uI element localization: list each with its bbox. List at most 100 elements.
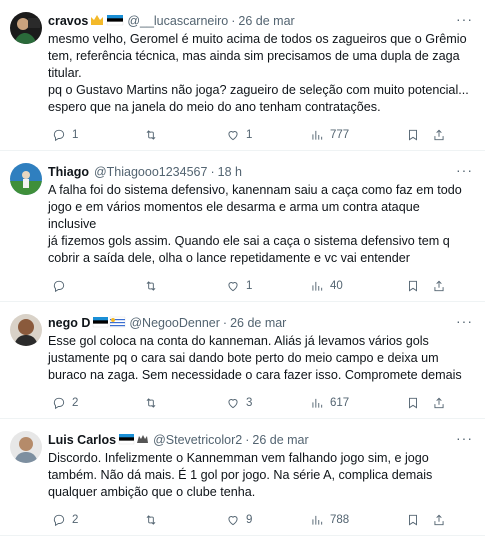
share-icon xyxy=(434,280,444,292)
retweet-button[interactable] xyxy=(144,513,164,527)
share-button[interactable] xyxy=(432,128,446,142)
retweet-button[interactable] xyxy=(144,128,164,142)
user-handle[interactable]: @NegooDenner xyxy=(129,316,220,330)
reply-count: 1 xyxy=(72,129,79,141)
separator-dot: · xyxy=(210,165,215,179)
tweet-text-line: cobrir a saída dele, olha o lance repeti… xyxy=(48,251,410,265)
views-button[interactable]: 788 xyxy=(310,513,349,527)
share-button[interactable] xyxy=(432,279,446,293)
reply-icon xyxy=(53,129,65,142)
reply-button[interactable] xyxy=(52,279,72,293)
views-count: 40 xyxy=(330,280,343,292)
tweet-text-line: espero que na janela do meio do ano tenh… xyxy=(48,100,381,114)
more-options-icon[interactable]: ··· xyxy=(456,163,473,177)
tweet-text: mesmo velho, Geromel é muito acima de to… xyxy=(48,31,471,116)
more-options-icon[interactable]: ··· xyxy=(456,314,473,328)
bookmark-icon xyxy=(409,129,417,141)
views-button[interactable]: 40 xyxy=(310,279,343,293)
more-options-icon[interactable]: ··· xyxy=(456,431,473,445)
like-count: 1 xyxy=(246,280,253,292)
tweet-text-line: qualquer ambição que o clube tenha. xyxy=(48,485,256,499)
share-button[interactable] xyxy=(432,513,446,527)
share-icon xyxy=(434,129,444,141)
display-name[interactable]: Thiago xyxy=(48,165,89,179)
tweet-header: Thiago @Thiagooo1234567 · 18 h xyxy=(48,163,471,181)
tweet-text-line: Esse gol coloca na conta do kanneman. Al… xyxy=(48,334,429,348)
tweet-text-line: Discordo. Infelizmente o Kannemman vem f… xyxy=(48,451,429,465)
tweet-text-line: jogo e em vários momentos ele desarma e … xyxy=(48,200,424,231)
reply-count: 2 xyxy=(72,514,79,526)
views-count: 788 xyxy=(330,514,350,526)
views-button[interactable]: 777 xyxy=(310,128,349,142)
reply-button[interactable]: 1 xyxy=(52,128,78,142)
views-count: 617 xyxy=(330,397,350,409)
bookmark-icon xyxy=(409,397,417,409)
views-icon xyxy=(312,398,323,408)
more-options-icon[interactable]: ··· xyxy=(456,12,473,26)
like-button[interactable]: 1 xyxy=(226,128,252,142)
reply-button[interactable]: 2 xyxy=(52,396,78,410)
like-count: 1 xyxy=(246,129,253,141)
action-bar: 1 40 xyxy=(48,271,471,301)
bookmark-button[interactable] xyxy=(406,128,420,142)
avatar[interactable] xyxy=(10,314,42,346)
reply-tweet[interactable]: cravos @__lucascarneiro · 26 de mar ··· … xyxy=(0,0,485,151)
user-handle[interactable]: @__lucascarneiro xyxy=(127,14,228,28)
reply-icon xyxy=(53,280,65,293)
tweet-header: cravos @__lucascarneiro · 26 de mar xyxy=(48,12,471,30)
retweet-icon xyxy=(146,281,156,291)
user-handle[interactable]: @Stevetricolor2 xyxy=(153,433,242,447)
like-button[interactable]: 1 xyxy=(226,279,252,293)
bookmark-button[interactable] xyxy=(406,513,420,527)
retweet-icon xyxy=(146,130,156,140)
reply-timeline: cravos @__lucascarneiro · 26 de mar ··· … xyxy=(0,0,485,536)
tweet-text-line: tem, referência técnica, mas ainda sim p… xyxy=(48,49,460,63)
share-icon xyxy=(434,514,444,526)
like-button[interactable]: 3 xyxy=(226,396,252,410)
user-handle[interactable]: @Thiagooo1234567 xyxy=(94,165,207,179)
tweet-text: A falha foi do sistema defensivo, kanenn… xyxy=(48,182,471,267)
tweet-text-line: justamente pq o cara sai dando bote pert… xyxy=(48,351,439,365)
share-button[interactable] xyxy=(432,396,446,410)
tweet-header: nego D @NegooDenner · 26 de mar xyxy=(48,314,471,332)
timestamp[interactable]: 18 h xyxy=(218,165,242,179)
avatar[interactable] xyxy=(10,12,42,44)
tweet-header: Luis Carlos @Stevetricolor2 · 26 de mar xyxy=(48,431,471,449)
tweet-text: Discordo. Infelizmente o Kannemman vem f… xyxy=(48,450,471,501)
timestamp[interactable]: 26 de mar xyxy=(238,14,294,28)
reply-count: 2 xyxy=(72,397,79,409)
display-name[interactable]: cravos xyxy=(48,14,88,28)
like-count: 9 xyxy=(246,514,253,526)
reply-tweet[interactable]: nego D @NegooDenner · 26 de mar ··· Esse… xyxy=(0,302,485,419)
tweet-text-line: titular. xyxy=(48,66,82,80)
retweet-button[interactable] xyxy=(144,396,164,410)
separator-dot: · xyxy=(245,433,250,447)
bookmark-button[interactable] xyxy=(406,396,420,410)
reply-icon xyxy=(53,514,65,527)
tweet-text-line: A falha foi do sistema defensivo, kanenn… xyxy=(48,183,462,197)
share-icon xyxy=(434,397,444,409)
tweet-text-line: já fizemos gols assim. Quando ele sai a … xyxy=(48,234,450,248)
avatar[interactable] xyxy=(10,431,42,463)
like-button[interactable]: 9 xyxy=(226,513,252,527)
tweet-text-line: pq o Gustavo Martins não joga? zagueiro … xyxy=(48,83,469,97)
reply-tweet[interactable]: Thiago @Thiagooo1234567 · 18 h ··· A fal… xyxy=(0,151,485,302)
like-count: 3 xyxy=(246,397,253,409)
reply-icon xyxy=(53,397,65,410)
reply-button[interactable]: 2 xyxy=(52,513,78,527)
tweet-text-line: buraco na zaga. Sem necessidade o cara f… xyxy=(48,368,462,382)
separator-dot: · xyxy=(222,316,228,330)
views-button[interactable]: 617 xyxy=(310,396,349,410)
timestamp[interactable]: 26 de mar xyxy=(252,433,308,447)
bookmark-button[interactable] xyxy=(406,279,420,293)
separator-dot: · xyxy=(231,14,236,28)
retweet-button[interactable] xyxy=(144,279,164,293)
reply-tweet[interactable]: Luis Carlos @Stevetricolor2 · 26 de mar … xyxy=(0,419,485,536)
avatar[interactable] xyxy=(10,163,42,195)
timestamp[interactable]: 26 de mar xyxy=(230,316,286,330)
display-name[interactable]: Luis Carlos xyxy=(48,433,116,447)
display-name[interactable]: nego D xyxy=(48,316,90,330)
retweet-icon xyxy=(146,398,156,408)
like-icon xyxy=(228,131,238,141)
views-icon xyxy=(312,281,323,291)
